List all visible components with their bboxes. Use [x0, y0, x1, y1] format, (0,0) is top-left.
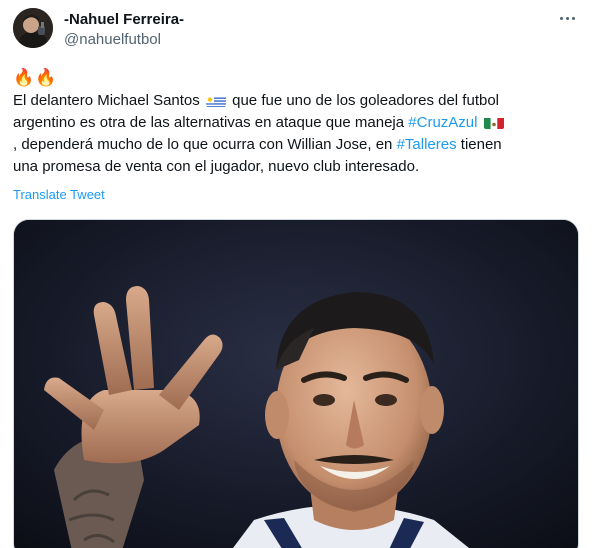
hashtag-cruzazul-link[interactable]: #CruzAzul [408, 114, 477, 131]
tweet-media-image[interactable] [13, 219, 579, 548]
avatar[interactable] [13, 8, 53, 48]
author-display-name[interactable]: -Nahuel Ferreira- [64, 10, 184, 29]
tweet-card: -Nahuel Ferreira- @nahuelfutbol 🔥🔥 El de… [0, 0, 608, 548]
fire-emoji: 🔥🔥 [13, 68, 58, 87]
translate-tweet-link[interactable]: Translate Tweet [13, 187, 105, 202]
mexico-flag-icon [483, 116, 504, 129]
tweet-line-4: una promesa de venta con el jugador, nue… [13, 156, 585, 178]
author-handle[interactable]: @nahuelfutbol [64, 30, 184, 49]
player-photo [14, 220, 578, 548]
tweet-text-segment: una promesa de venta con el jugador, nue… [13, 158, 420, 175]
tweet-line-3: , dependerá mucho de lo que ocurra con W… [13, 134, 585, 156]
tweet-text-segment: que fue uno de los goleadores del futbol [232, 92, 499, 109]
tweet-line-1: El delantero Michael Santos que fue uno … [13, 90, 585, 112]
tweet-text-segment: El delantero Michael Santos [13, 92, 200, 109]
more-options-icon[interactable] [552, 8, 582, 28]
tweet-text: 🔥🔥 El delantero Michael Santos que fue u… [13, 66, 585, 178]
tweet-text-segment: , dependerá mucho de lo que ocurra con W… [13, 136, 393, 153]
tweet-line-2: argentino es otra de las alternativas en… [13, 112, 585, 134]
tweet-text-segment: tienen [460, 136, 502, 153]
uruguay-flag-icon [205, 94, 226, 107]
avatar-photo [13, 8, 53, 48]
tweet-author: -Nahuel Ferreira- @nahuelfutbol [64, 10, 184, 49]
hashtag-talleres-link[interactable]: #Talleres [397, 136, 457, 153]
tweet-text-segment: argentino es otra de las alternativas en… [13, 114, 405, 131]
